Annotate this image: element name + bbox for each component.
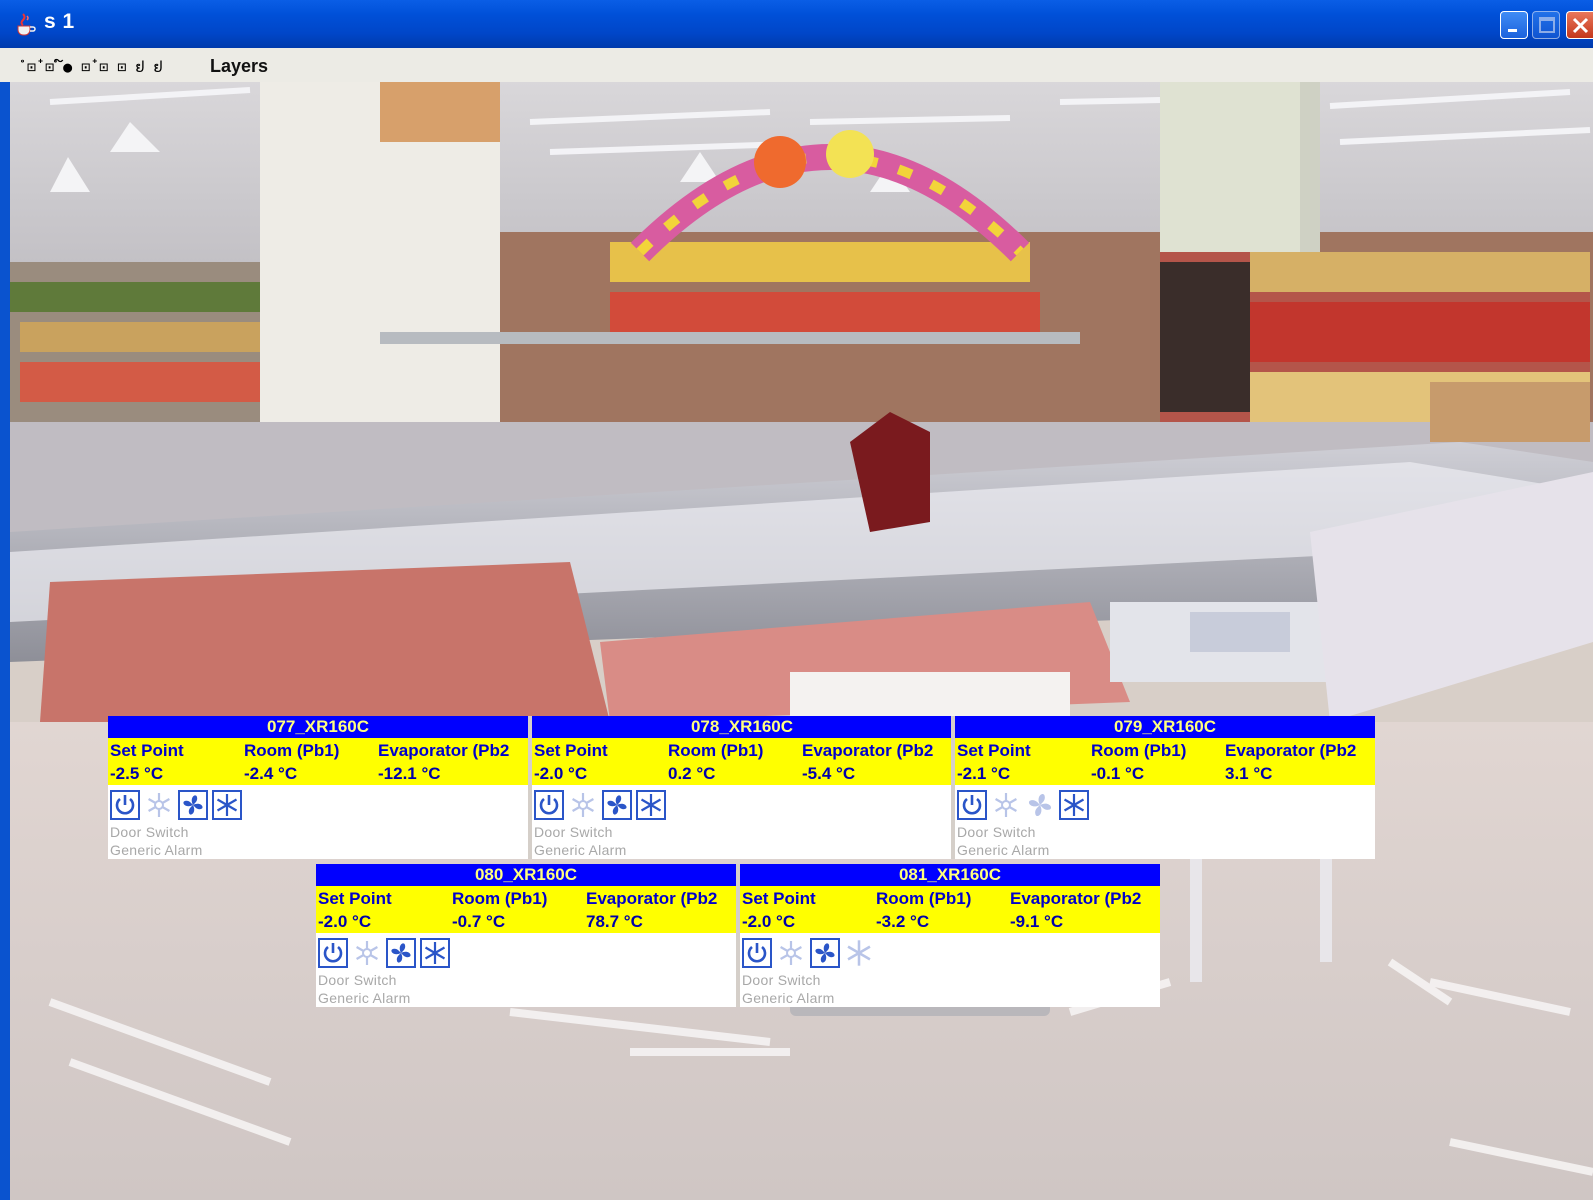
- panel-title: 080_XR160C: [316, 864, 736, 886]
- power-icon[interactable]: [957, 790, 987, 820]
- setpoint-value: -2.0 °C: [534, 764, 588, 783]
- room-label: Room (Pb1): [668, 741, 764, 760]
- controller-panel-077[interactable]: 077_XR160C Set Point Room (Pb1) Evaporat…: [108, 716, 528, 859]
- setpoint-value: -2.1 °C: [957, 764, 1011, 783]
- compressor-snowflake-icon: [1059, 790, 1089, 820]
- power-icon[interactable]: [534, 790, 564, 820]
- setpoint-value: -2.0 °C: [742, 912, 796, 931]
- window-title-bar[interactable]: s 1: [0, 0, 1593, 48]
- generic-alarm-status: Generic Alarm: [957, 842, 1050, 858]
- room-value: -3.2 °C: [876, 912, 930, 931]
- fan-icon: [810, 938, 840, 968]
- controller-panel-079[interactable]: 079_XR160C Set Point Room (Pb1) Evaporat…: [951, 716, 1375, 859]
- setpoint-value: -2.5 °C: [110, 764, 164, 783]
- minimize-icon: [1508, 29, 1517, 32]
- fan-icon: [1025, 790, 1055, 820]
- power-icon[interactable]: [318, 938, 348, 968]
- evaporator-label: Evaporator (Pb2: [802, 741, 934, 760]
- room-value: -2.4 °C: [244, 764, 298, 783]
- menu-item-file[interactable]: ໍ ⊡໋ ⊡໌ ● ⊡໋ ⊡ ⊡ ຢ ຢ: [18, 58, 163, 76]
- evaporator-value: -9.1 °C: [1010, 912, 1064, 931]
- minimize-button[interactable]: [1500, 11, 1528, 39]
- power-icon[interactable]: [742, 938, 772, 968]
- controller-panel-078[interactable]: 078_XR160C Set Point Room (Pb1) Evaporat…: [528, 716, 952, 859]
- room-label: Room (Pb1): [876, 889, 972, 908]
- menu-item-layers[interactable]: Layers: [210, 56, 268, 77]
- room-value: 0.2 °C: [668, 764, 716, 783]
- compressor-snowflake-icon: [420, 938, 450, 968]
- generic-alarm-status: Generic Alarm: [110, 842, 203, 858]
- evaporator-label: Evaporator (Pb2: [1010, 889, 1142, 908]
- panel-readings: Set Point Room (Pb1) Evaporator (Pb2 -2.…: [316, 886, 736, 933]
- power-icon[interactable]: [110, 790, 140, 820]
- evaporator-value: 78.7 °C: [586, 912, 643, 931]
- room-value: -0.7 °C: [452, 912, 506, 931]
- panel-readings: Set Point Room (Pb1) Evaporator (Pb2 -2.…: [532, 738, 952, 785]
- door-switch-status: Door Switch: [110, 824, 189, 840]
- fan-icon: [386, 938, 416, 968]
- maximize-icon: [1539, 17, 1555, 33]
- generic-alarm-status: Generic Alarm: [742, 990, 835, 1006]
- panel-title: 079_XR160C: [955, 716, 1375, 738]
- fan-icon: [178, 790, 208, 820]
- panel-readings: Set Point Room (Pb1) Evaporator (Pb2 -2.…: [108, 738, 528, 785]
- generic-alarm-status: Generic Alarm: [318, 990, 411, 1006]
- evaporator-value: -5.4 °C: [802, 764, 856, 783]
- fan-icon: [602, 790, 632, 820]
- setpoint-label: Set Point: [318, 889, 392, 908]
- compressor-snowflake-icon: [636, 790, 666, 820]
- setpoint-value: -2.0 °C: [318, 912, 372, 931]
- room-value: -0.1 °C: [1091, 764, 1145, 783]
- window-frame-left: [0, 82, 10, 1200]
- door-switch-status: Door Switch: [957, 824, 1036, 840]
- panel-title: 077_XR160C: [108, 716, 528, 738]
- room-label: Room (Pb1): [244, 741, 340, 760]
- panel-readings: Set Point Room (Pb1) Evaporator (Pb2 -2.…: [740, 886, 1160, 933]
- evaporator-value: -12.1 °C: [378, 764, 441, 783]
- compressor-snowflake-icon: [844, 938, 874, 968]
- setpoint-label: Set Point: [110, 741, 184, 760]
- compressor-snowflake-icon: [212, 790, 242, 820]
- panel-title: 078_XR160C: [532, 716, 952, 738]
- menu-bar: ໍ ⊡໋ ⊡໌ ● ⊡໋ ⊡ ⊡ ຢ ຢ Layers: [0, 48, 1593, 82]
- defrost-icon: [352, 938, 382, 968]
- close-icon: [1572, 17, 1589, 34]
- controller-panel-081[interactable]: 081_XR160C Set Point Room (Pb1) Evaporat…: [736, 864, 1160, 1007]
- evaporator-label: Evaporator (Pb2: [1225, 741, 1357, 760]
- generic-alarm-status: Generic Alarm: [534, 842, 627, 858]
- controller-panel-080[interactable]: 080_XR160C Set Point Room (Pb1) Evaporat…: [316, 864, 736, 1007]
- window-title: s 1: [44, 10, 75, 33]
- door-switch-status: Door Switch: [534, 824, 613, 840]
- room-label: Room (Pb1): [452, 889, 548, 908]
- maximize-button[interactable]: [1532, 11, 1560, 39]
- door-switch-status: Door Switch: [742, 972, 821, 988]
- store-background-image: [10, 82, 1593, 1200]
- setpoint-label: Set Point: [957, 741, 1031, 760]
- room-label: Room (Pb1): [1091, 741, 1187, 760]
- defrost-icon: [568, 790, 598, 820]
- evaporator-value: 3.1 °C: [1225, 764, 1273, 783]
- door-switch-status: Door Switch: [318, 972, 397, 988]
- defrost-icon: [144, 790, 174, 820]
- setpoint-label: Set Point: [742, 889, 816, 908]
- evaporator-label: Evaporator (Pb2: [586, 889, 718, 908]
- evaporator-label: Evaporator (Pb2: [378, 741, 510, 760]
- panel-readings: Set Point Room (Pb1) Evaporator (Pb2 -2.…: [955, 738, 1375, 785]
- defrost-icon: [776, 938, 806, 968]
- java-cup-icon: [17, 13, 36, 36]
- close-button[interactable]: [1566, 11, 1593, 39]
- panel-title: 081_XR160C: [740, 864, 1160, 886]
- defrost-icon: [991, 790, 1021, 820]
- setpoint-label: Set Point: [534, 741, 608, 760]
